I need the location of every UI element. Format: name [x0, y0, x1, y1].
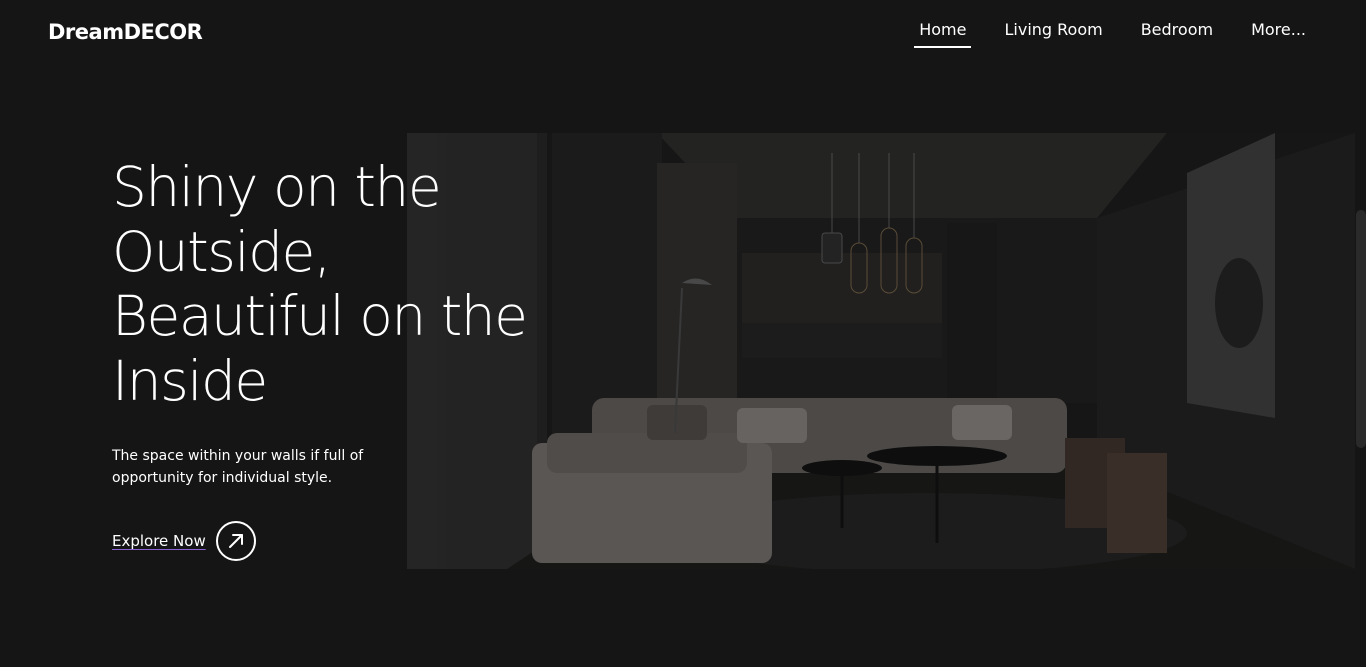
- main-nav: Home Living Room Bedroom More...: [914, 20, 1311, 48]
- explore-now-label[interactable]: Explore Now: [112, 532, 206, 550]
- nav-item-bedroom[interactable]: Bedroom: [1136, 20, 1218, 47]
- hero-headline: Shiny on the Outside, Beautiful on the I…: [112, 155, 572, 413]
- site-header: DreamDECOR Home Living Room Bedroom More…: [0, 0, 1366, 70]
- nav-item-home[interactable]: Home: [914, 20, 972, 48]
- scrollbar-thumb[interactable]: [1356, 210, 1366, 448]
- nav-item-living-room[interactable]: Living Room: [999, 20, 1107, 47]
- headline-line-3: Beautiful on the: [112, 284, 528, 348]
- brand-logo[interactable]: DreamDECOR: [48, 20, 203, 44]
- nav-item-more[interactable]: More...: [1246, 20, 1311, 47]
- explore-now-button[interactable]: Explore Now: [112, 521, 256, 561]
- hero-subtext: The space within your walls if full of o…: [112, 448, 364, 486]
- arrow-up-right-icon[interactable]: [215, 521, 256, 561]
- headline-line-4: Inside: [112, 348, 268, 413]
- headline-line-1: Shiny on the: [112, 155, 442, 219]
- headline-line-2: Outside,: [112, 219, 331, 284]
